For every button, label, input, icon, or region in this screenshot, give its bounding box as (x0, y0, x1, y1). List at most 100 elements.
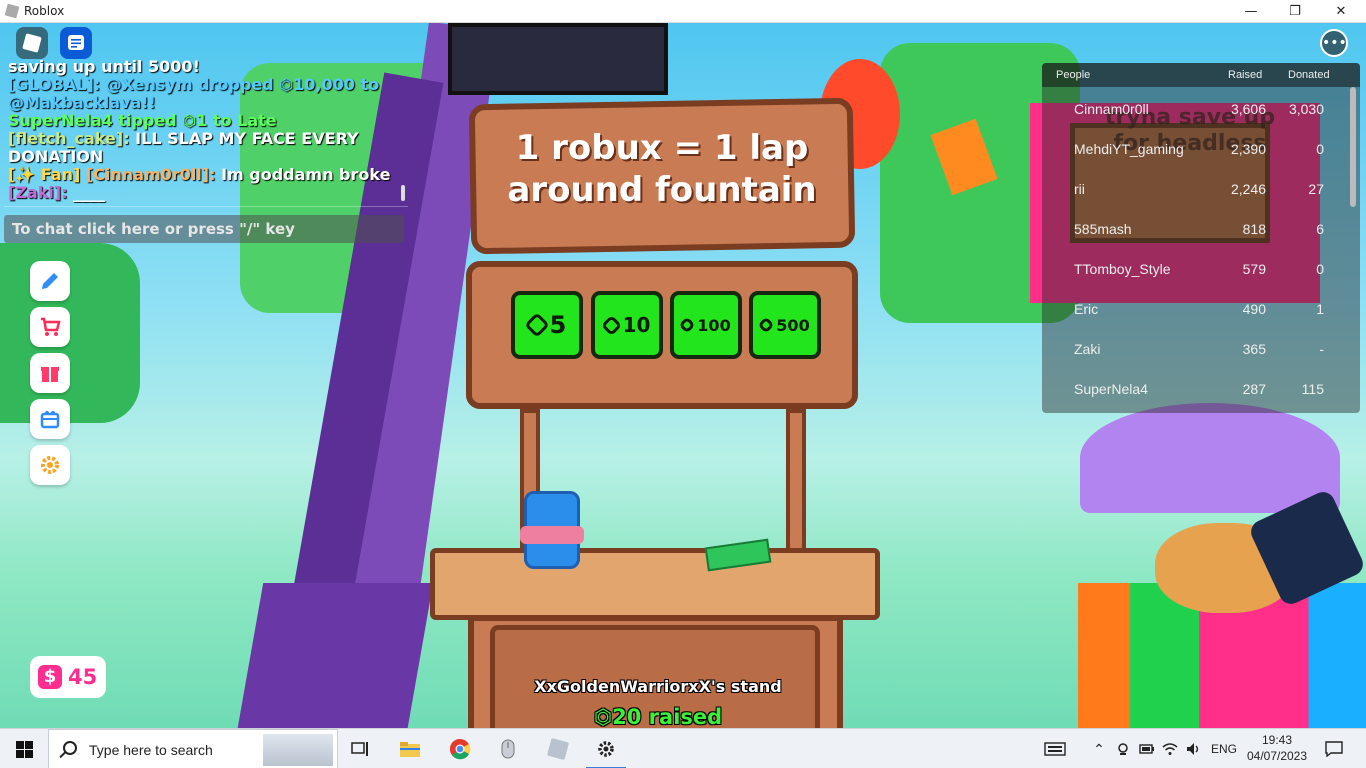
rewards-button[interactable] (30, 399, 70, 439)
raised-value: 2,246 (1230, 181, 1266, 197)
chat-message: [fletch_cake]: ILL SLAP MY FACE EVERY DO… (4, 130, 408, 166)
leaderboard-row[interactable]: Zaki 365 - (1042, 329, 1360, 369)
stand-table (430, 548, 880, 620)
roblox-icon (546, 737, 570, 761)
clock-time: 19:43 (1261, 733, 1293, 747)
donated-value: 1 (1316, 301, 1324, 317)
settings-gear-icon (598, 741, 614, 757)
battery-tray-icon[interactable] (1137, 729, 1157, 768)
start-button[interactable] (0, 729, 48, 768)
donated-value: 27 (1308, 181, 1324, 197)
stand-raised-label: ⏣20 raised (593, 705, 723, 728)
file-explorer-button[interactable] (386, 729, 434, 768)
leaderboard-row[interactable]: Cinnam0r0ll 3,606 3,030 (1042, 89, 1360, 129)
chat-icon (68, 35, 84, 50)
windows-logo-icon (15, 740, 33, 758)
chat-username[interactable]: [GLOBAL]: (8, 75, 100, 94)
player-name: MehdiYT_gaming (1074, 141, 1184, 157)
taskbar-search-input[interactable] (89, 739, 269, 761)
webcam-tray-icon[interactable] (1113, 729, 1133, 768)
show-hidden-icons-button[interactable]: ⌃ (1090, 729, 1108, 768)
chat-text: Im goddamn broke (215, 165, 391, 184)
robux-icon (678, 316, 696, 334)
chat-input[interactable] (4, 215, 404, 243)
leaderboard-row[interactable]: 585mash 818 6 (1042, 209, 1360, 249)
edit-button[interactable] (30, 261, 70, 301)
player-name: Zaki (1074, 341, 1101, 357)
tip-jar-band (520, 526, 584, 544)
column-raised: Raised (1228, 69, 1263, 81)
keyboard-tray-button[interactable] (1040, 729, 1070, 768)
network-tray-icon[interactable] (1160, 729, 1180, 768)
tree-foliage (0, 243, 140, 423)
stand-title-line2: around fountain (507, 170, 817, 210)
chat-toggle-button[interactable] (60, 27, 92, 59)
chat-message: [✨ Fan] [Cinnam0r0ll]: Im goddamn broke (4, 166, 408, 184)
donate-10-button[interactable]: 10 (591, 291, 663, 359)
more-options-button[interactable]: ••• (1320, 29, 1348, 57)
column-people: People (1056, 69, 1091, 81)
chevron-up-icon: ⌃ (1093, 740, 1105, 757)
folder-icon (400, 742, 420, 757)
donated-value: 3,030 (1288, 101, 1324, 117)
chat-username[interactable]: [Zaki]: (8, 183, 68, 202)
taskbar-clock[interactable]: 19:43 04/07/2023 (1242, 732, 1312, 764)
ellipsis-icon: ••• (1322, 35, 1347, 51)
task-view-button[interactable] (336, 729, 384, 768)
leaderboard-row[interactable]: MehdiYT_gaming 2,390 0 (1042, 129, 1360, 169)
chat-message: [GLOBAL]: @Xensym dropped ⏣10,000 to @Ma… (4, 76, 408, 112)
settings-taskbar-button[interactable] (582, 729, 630, 768)
language-indicator[interactable]: ENG (1208, 729, 1240, 768)
chat-log: saving up until 5000! [GLOBAL]: @Xensym d… (4, 58, 408, 203)
chat-message: SuperNela4 tipped ⏣1 to Late (4, 112, 408, 130)
leaderboard-row[interactable]: SuperNela4 287 115 (1042, 369, 1360, 409)
chat-text: SuperNela4 tipped ⏣1 to Late (8, 111, 277, 130)
raised-value: 2,390 (1230, 141, 1266, 157)
notifications-button[interactable] (1318, 729, 1350, 768)
currency-display[interactable]: $ 45 (30, 656, 106, 698)
chat-message: [Zaki]: ____ (4, 184, 408, 202)
windows-taskbar: ⌃ ENG 19:43 04/07/2023 (0, 728, 1366, 768)
purple-lamp (1080, 403, 1340, 513)
leaderboard-scrollbar[interactable] (1350, 87, 1356, 207)
gift-button[interactable] (30, 353, 70, 393)
shop-button[interactable] (30, 307, 70, 347)
chat-username[interactable]: [Cinnam0r0ll]: (80, 165, 216, 184)
taskbar-search[interactable] (48, 729, 338, 768)
raised-value: 818 (1242, 221, 1266, 237)
raised-value: 287 (1242, 381, 1266, 397)
gift-icon (41, 367, 59, 382)
player-name: Eric (1074, 301, 1099, 317)
close-button[interactable]: ✕ (1318, 0, 1364, 23)
volume-tray-icon[interactable] (1184, 729, 1204, 768)
chat-scrollbar[interactable] (401, 185, 405, 201)
robux-icon (523, 312, 550, 338)
roblox-taskbar-button[interactable] (534, 729, 582, 768)
chat-divider (4, 206, 408, 207)
chrome-icon (450, 739, 471, 760)
roblox-app-icon (4, 3, 20, 19)
leaderboard[interactable]: People Raised Donated Cinnam0r0ll 3,606 3,… (1042, 63, 1360, 413)
donate-5-button[interactable]: 5 (511, 291, 583, 359)
settings-button[interactable] (30, 445, 70, 485)
stand-title: 1 robux = 1 lap around fountain (470, 127, 854, 211)
donated-value: 115 (1301, 381, 1324, 397)
roblox-menu-button[interactable] (16, 27, 48, 59)
chrome-button[interactable] (436, 729, 484, 768)
leaderboard-row[interactable]: TTomboy_Style 579 0 (1042, 249, 1360, 289)
pencil-icon (42, 273, 58, 289)
restore-button[interactable]: ❐ (1272, 0, 1318, 23)
donate-100-button[interactable]: 100 (670, 291, 742, 359)
raised-value: 3,606 (1230, 101, 1266, 117)
column-donated: Donated (1288, 69, 1330, 81)
minimize-button[interactable]: — (1228, 0, 1274, 23)
chat-username[interactable]: [fletch_cake]: (8, 129, 130, 148)
window-titlebar: Roblox — ❐ ✕ (0, 0, 1366, 23)
raised-value: 579 (1242, 261, 1266, 277)
leaderboard-row[interactable]: rii 2,246 27 (1042, 169, 1360, 209)
mouse-app-button[interactable] (484, 729, 532, 768)
donate-500-button[interactable]: 500 (749, 291, 821, 359)
leaderboard-row[interactable]: Eric 490 1 (1042, 289, 1360, 329)
search-highlight-image (263, 734, 333, 766)
game-viewport[interactable]: tryna save up for headless 1 robux = 1 l… (0, 23, 1366, 728)
